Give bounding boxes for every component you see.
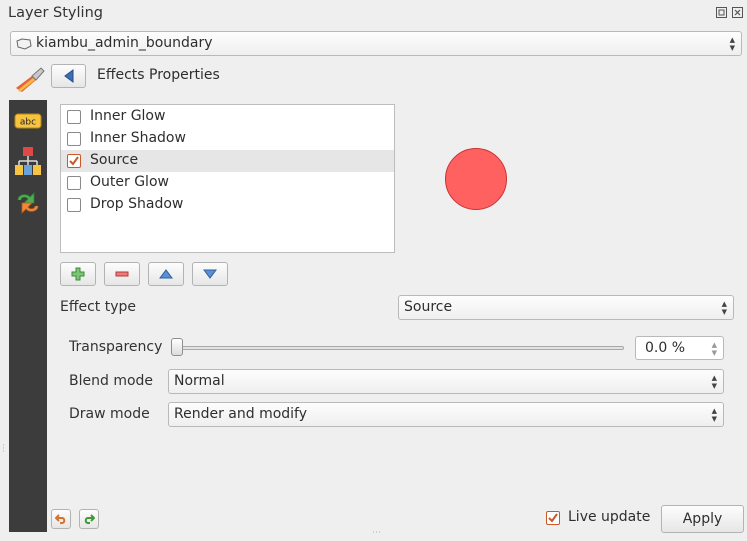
chevron-updown-icon: ▲ ▼ — [711, 374, 717, 390]
list-item-drop-shadow[interactable]: Drop Shadow — [61, 194, 394, 216]
sidebar-item-labels[interactable]: abc — [12, 106, 44, 136]
page-title: Effects Properties — [97, 67, 220, 83]
transparency-slider-track[interactable] — [176, 346, 624, 350]
blend-mode-label: Blend mode — [69, 373, 154, 389]
checkmark-icon — [69, 156, 79, 166]
live-update-label: Live update — [568, 509, 651, 525]
redo-icon — [84, 514, 95, 524]
layer-name: kiambu_admin_boundary — [36, 35, 213, 51]
diagram-icon — [15, 147, 41, 175]
spinbox-arrows-icon[interactable]: ▲ ▼ — [712, 341, 717, 357]
effect-label: Drop Shadow — [90, 196, 184, 212]
effect-preview — [445, 148, 507, 210]
transparency-spinbox[interactable]: 0.0 % ▲ ▼ — [635, 336, 724, 360]
transparency-label: Transparency — [69, 339, 163, 355]
effect-label: Source — [90, 152, 139, 168]
title-bar: Layer Styling — [0, 0, 747, 28]
checkbox[interactable] — [67, 132, 81, 146]
list-item-outer-glow[interactable]: Outer Glow — [61, 172, 394, 194]
resize-handle[interactable]: ⋯ — [372, 529, 381, 538]
checkmark-icon — [548, 513, 558, 523]
undo-button[interactable] — [51, 509, 71, 529]
move-up-button[interactable] — [148, 262, 184, 286]
move-down-button[interactable] — [192, 262, 228, 286]
history-icon — [17, 192, 39, 214]
remove-effect-button[interactable] — [104, 262, 140, 286]
chevron-updown-icon: ▲ ▼ — [729, 36, 735, 52]
sidebar-item-diagrams[interactable] — [12, 146, 44, 176]
splitter-handle[interactable]: · · · — [2, 442, 5, 457]
blend-mode-value: Normal — [174, 373, 225, 389]
blend-mode-select[interactable]: Normal ▲ ▼ — [168, 369, 724, 394]
remove-effect-icon — [115, 271, 129, 277]
style-sidebar: abc — [9, 100, 47, 532]
effect-type-value: Source — [404, 299, 453, 315]
chevron-updown-icon: ▲ ▼ — [721, 300, 727, 316]
draw-mode-label: Draw mode — [69, 406, 150, 422]
float-icon[interactable] — [716, 7, 727, 18]
undo-icon — [55, 514, 66, 524]
move-up-icon — [159, 269, 173, 279]
draw-mode-select[interactable]: Render and modify ▲ ▼ — [168, 402, 724, 427]
draw-mode-value: Render and modify — [174, 406, 308, 422]
polygon-layer-icon — [16, 38, 32, 54]
chevron-updown-icon: ▲ ▼ — [711, 407, 717, 423]
apply-button[interactable]: Apply — [661, 505, 744, 533]
live-update-checkbox[interactable] — [546, 511, 560, 525]
transparency-value: 0.0 % — [645, 340, 686, 356]
back-arrow-icon — [64, 69, 74, 83]
effect-label: Inner Glow — [90, 108, 166, 124]
list-item-source[interactable]: Source — [61, 150, 394, 172]
effect-type-select[interactable]: Source ▲ ▼ — [398, 295, 734, 320]
effect-label: Inner Shadow — [90, 130, 186, 146]
list-item-inner-shadow[interactable]: Inner Shadow — [61, 128, 394, 150]
checkbox[interactable] — [67, 176, 81, 190]
back-button[interactable] — [51, 64, 86, 88]
move-down-icon — [203, 269, 217, 279]
effect-type-label: Effect type — [60, 299, 137, 315]
svg-text:abc: abc — [20, 118, 36, 128]
close-icon[interactable] — [732, 7, 743, 18]
window-title: Layer Styling — [8, 5, 103, 21]
checkbox-checked[interactable] — [67, 154, 81, 168]
redo-button[interactable] — [79, 509, 99, 529]
checkbox[interactable] — [67, 110, 81, 124]
effects-list: Inner Glow Inner Shadow Source Outer Glo… — [60, 104, 395, 253]
add-effect-button[interactable] — [60, 262, 96, 286]
transparency-slider-handle[interactable] — [171, 338, 183, 356]
paintbrush-icon — [14, 66, 46, 98]
sidebar-item-history[interactable] — [12, 188, 44, 218]
list-item-inner-glow[interactable]: Inner Glow — [61, 106, 394, 128]
layer-selector[interactable]: kiambu_admin_boundary ▲ ▼ — [10, 31, 742, 56]
checkbox[interactable] — [67, 198, 81, 212]
add-effect-icon — [71, 267, 85, 281]
effect-label: Outer Glow — [90, 174, 169, 190]
abc-label-icon: abc — [14, 113, 42, 129]
